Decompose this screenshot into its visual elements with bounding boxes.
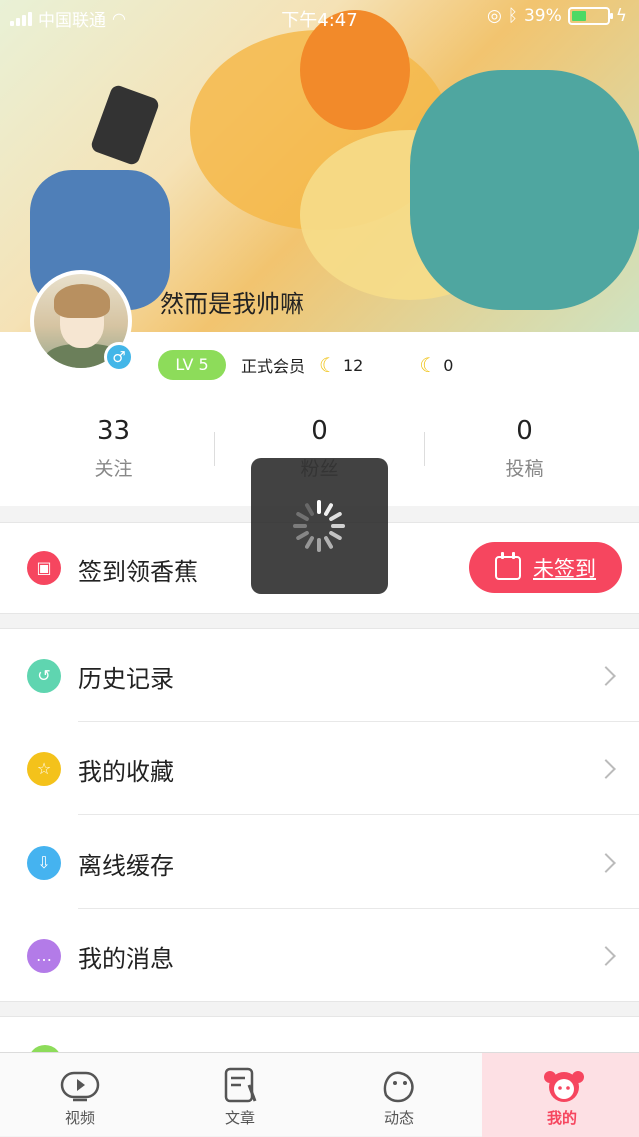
loading-indicator	[251, 458, 388, 594]
menu-item-messages[interactable]: … 我的消息	[0, 909, 639, 1002]
menu-item-label: 我的收藏	[78, 758, 174, 786]
banner-phone-shape	[89, 83, 161, 167]
tab-me[interactable]: 我的	[482, 1053, 639, 1137]
stat-submissions[interactable]: 0 投稿	[418, 410, 631, 481]
banana-count: 12	[342, 355, 364, 375]
tab-article[interactable]: 文章	[160, 1053, 320, 1137]
settings-menu: ↺ 历史记录 ☆ 我的收藏 ⇩ 离线缓存 … 我的消息	[0, 628, 639, 1002]
menu-item-partial[interactable]	[0, 1016, 639, 1079]
tab-label: 动态	[383, 1109, 414, 1127]
charging-icon: ϟ	[615, 6, 627, 26]
chevron-right-icon	[596, 759, 616, 779]
stat-value: 0	[516, 416, 533, 446]
banana-icon: ☾	[319, 353, 337, 377]
stat-following[interactable]: 33 关注	[7, 410, 220, 481]
profile-badges: LV 5 正式会员 ☾ 12 ☾ 0	[158, 350, 453, 380]
status-bar: 中国联通 ◠ 下午4:47 ◎ ᛒ 39% ϟ	[0, 0, 639, 36]
article-icon	[219, 1065, 261, 1105]
stats-divider	[424, 432, 425, 466]
stat-label: 关注	[94, 458, 133, 480]
tab-feed[interactable]: 动态	[319, 1053, 479, 1137]
male-gender-icon: ♂	[104, 342, 134, 372]
menu-item-history[interactable]: ↺ 历史记录	[0, 629, 639, 722]
checkin-button[interactable]: 未签到	[469, 542, 622, 593]
tab-label: 文章	[224, 1109, 255, 1127]
star-icon: ☆	[27, 752, 61, 786]
message-icon: …	[27, 939, 61, 973]
tab-bar: 视频 文章 动态 我的	[0, 1052, 639, 1137]
battery-icon	[567, 7, 613, 25]
banner-character-body-shape	[410, 70, 639, 310]
menu-item-offline-cache[interactable]: ⇩ 离线缓存	[0, 816, 639, 909]
tab-video[interactable]: 视频	[0, 1053, 160, 1137]
stats-divider	[214, 432, 215, 466]
status-right: ◎ ᛒ 39% ϟ	[487, 6, 627, 26]
me-icon	[541, 1065, 584, 1105]
menu-item-label: 离线缓存	[78, 852, 174, 880]
menu-item-label: 我的消息	[78, 945, 174, 973]
chevron-right-icon	[596, 946, 616, 966]
bluetooth-icon: ᛒ	[507, 6, 518, 26]
tab-label: 我的	[546, 1109, 577, 1127]
gold-banana-icon: ☾	[419, 353, 438, 377]
username: 然而是我帅嘛	[160, 290, 304, 318]
feed-icon	[378, 1065, 420, 1105]
membership-label: 正式会员	[241, 357, 306, 376]
chevron-right-icon	[596, 666, 616, 686]
gold-banana-count: 0	[443, 355, 454, 375]
tab-label: 视频	[64, 1109, 95, 1127]
video-icon	[59, 1065, 101, 1105]
spinner-icon	[293, 500, 345, 552]
stat-value: 33	[96, 416, 131, 446]
battery-percent: 39%	[523, 6, 562, 26]
level-badge: LV 5	[158, 350, 226, 380]
stat-value: 0	[311, 416, 328, 446]
stat-label: 投稿	[505, 458, 544, 480]
calendar-check-icon	[495, 551, 521, 580]
chevron-right-icon	[596, 853, 616, 873]
download-icon: ⇩	[27, 846, 61, 880]
lock-rotation-icon: ◎	[486, 6, 502, 26]
menu-item-favorites[interactable]: ☆ 我的收藏	[0, 722, 639, 815]
checkin-label: 签到领香蕉	[78, 558, 198, 586]
history-icon: ↺	[27, 659, 61, 693]
checkin-button-label: 未签到	[533, 556, 596, 581]
checkin-calendar-icon: ▣	[27, 551, 61, 585]
menu-item-label: 历史记录	[78, 665, 174, 693]
